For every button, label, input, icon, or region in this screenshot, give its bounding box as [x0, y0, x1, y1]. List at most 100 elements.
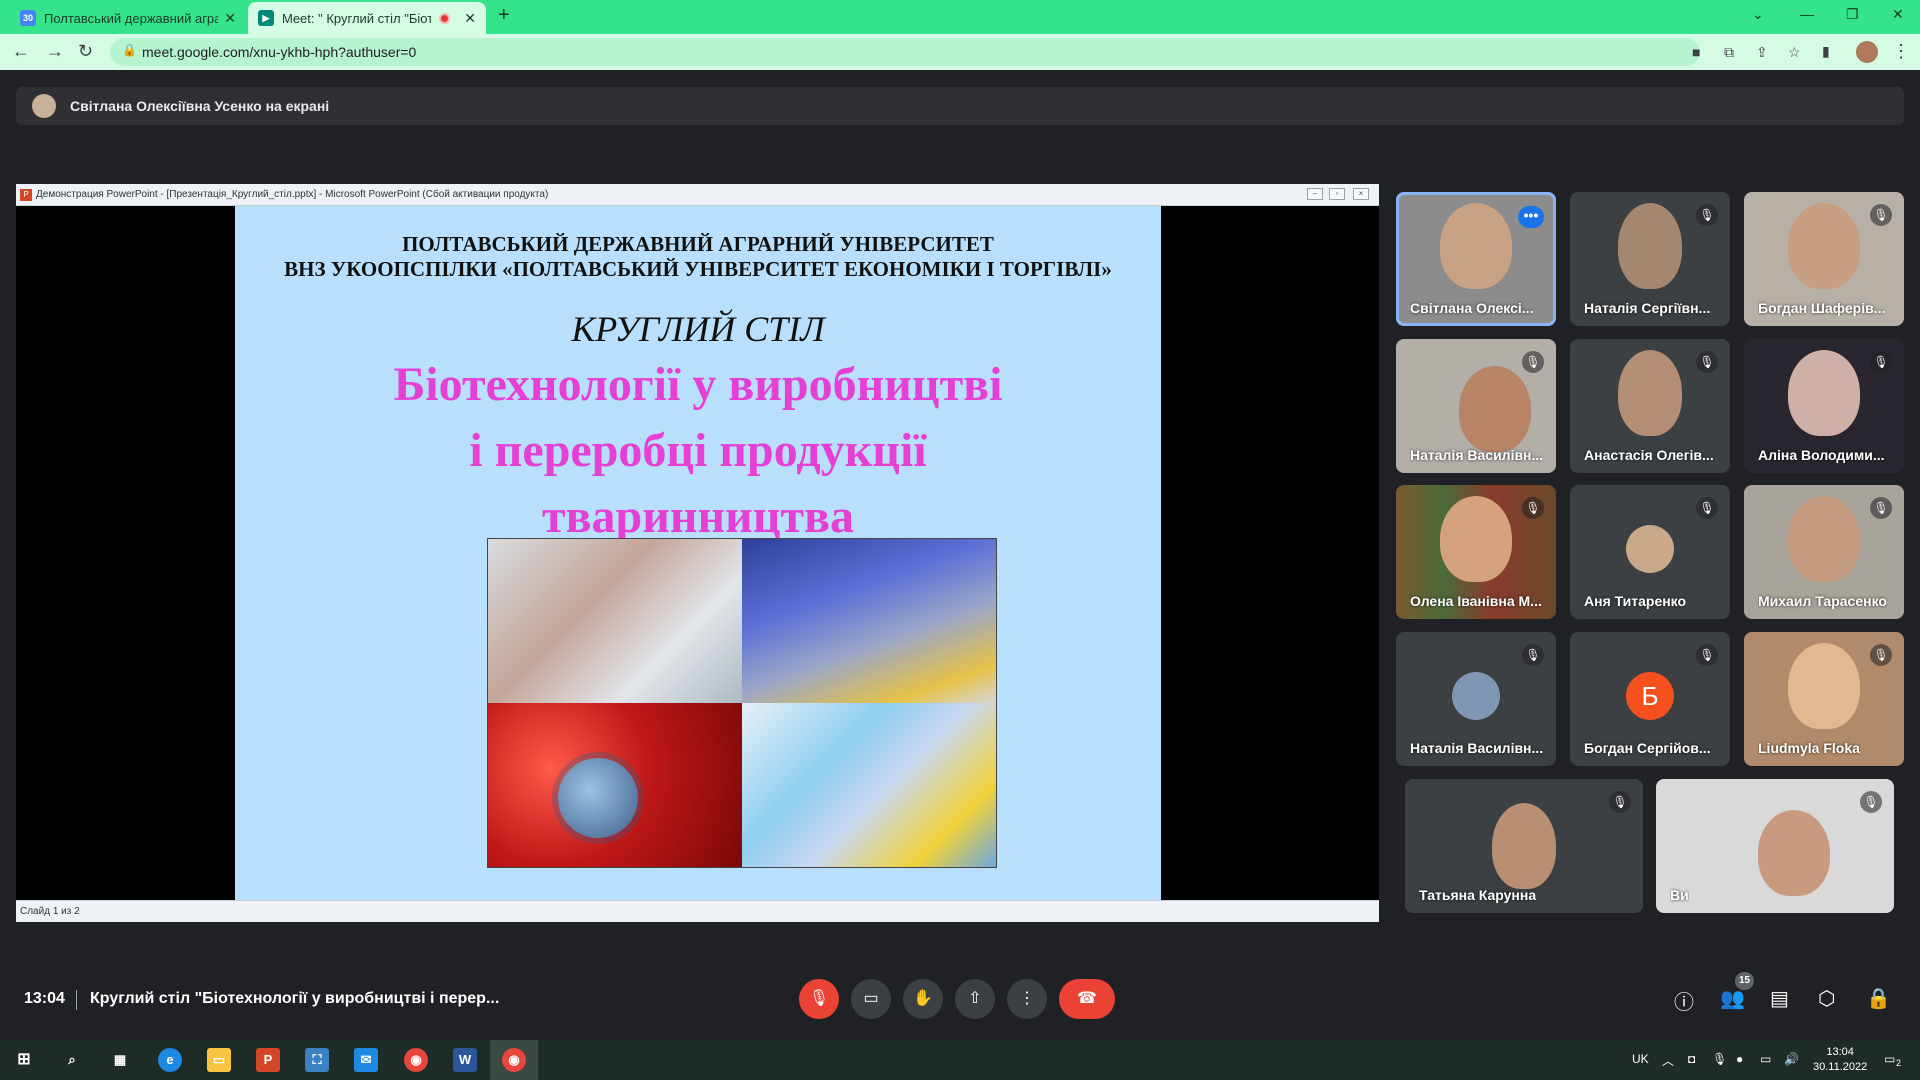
bookmark-star-icon[interactable]: ☆ — [1788, 44, 1801, 61]
participant-tile[interactable]: 🎙 Аліна Володими... — [1744, 339, 1904, 473]
ppt-close-icon: × — [1353, 188, 1369, 200]
browser-tab-strip: 30 Полтавський державний аграрний ✕ ▶ Me… — [0, 0, 1920, 34]
lab-bioreactor-image — [488, 539, 742, 703]
tray-vpn-icon[interactable]: ● — [1736, 1052, 1743, 1066]
notifications-icon[interactable]: ▭ — [1884, 1052, 1895, 1066]
participant-tile[interactable]: 🎙 Ви — [1656, 779, 1894, 913]
participant-tile[interactable]: 🎙 Наталія Василівн... — [1396, 632, 1556, 766]
participant-video — [1788, 202, 1860, 289]
file-explorer-icon[interactable]: ▭ — [207, 1048, 231, 1072]
address-bar[interactable]: 🔒 meet.google.com/xnu-ykhb-hph?authuser=… — [110, 38, 1801, 66]
notifications-count: 2 — [1896, 1058, 1902, 1068]
leave-call-button[interactable]: ☎ — [1059, 979, 1115, 1019]
present-screen-button[interactable]: ⇧ — [955, 979, 995, 1019]
participant-tile[interactable]: 🎙 Liudmyla Floka — [1744, 632, 1904, 766]
close-window-icon[interactable]: ✕ — [1892, 6, 1904, 23]
slide-university-line-1: ПОЛТАВСЬКИЙ ДЕРЖАВНИЙ АГРАРНИЙ УНІВЕРСИТ… — [402, 232, 994, 256]
more-options-button[interactable]: ⋮ — [1007, 979, 1047, 1019]
participant-initial: Б — [1626, 672, 1674, 721]
tab-meet[interactable]: ▶ Meet: " Круглий стіл "Біотех ✕ — [248, 2, 486, 34]
edge-icon[interactable]: e — [158, 1048, 182, 1072]
camera-toggle-button[interactable]: ▭ — [851, 979, 891, 1019]
raise-hand-button[interactable]: ✋ — [903, 979, 943, 1019]
participant-tile[interactable]: 🎙 Михаил Тарасенко — [1744, 485, 1904, 619]
virus-blood-cells-image — [488, 703, 742, 867]
mic-off-icon: 🎙 — [1522, 644, 1544, 666]
translate-icon[interactable]: ⧉ — [1724, 44, 1734, 61]
close-tab-icon[interactable]: ✕ — [224, 10, 236, 27]
participant-video — [1459, 365, 1532, 452]
mail-icon[interactable]: ✉ — [354, 1048, 378, 1072]
close-tab-icon[interactable]: ✕ — [464, 10, 476, 27]
lab-equipment-image — [742, 539, 996, 703]
participant-tile[interactable]: ••• Світлана Олексі... — [1396, 192, 1556, 326]
participant-name: Світлана Олексі... — [1410, 300, 1534, 316]
search-icon[interactable]: ⌕ — [60, 1048, 84, 1072]
participant-name: Ви — [1670, 887, 1689, 903]
profile-avatar[interactable] — [1856, 41, 1878, 63]
participant-tile[interactable]: Б 🎙 Богдан Сергійов... — [1570, 632, 1730, 766]
calendar-icon: 30 — [20, 10, 36, 26]
share-icon[interactable]: ⇪ — [1756, 44, 1768, 61]
restore-icon[interactable]: ❐ — [1846, 6, 1859, 23]
tab-university-calendar[interactable]: 30 Полтавський державний аграрний ✕ — [10, 2, 246, 34]
mic-off-icon: 🎙 — [1522, 497, 1544, 519]
windows-start-icon[interactable]: ⊞ — [12, 1048, 36, 1072]
powerpoint-icon[interactable]: P — [256, 1048, 280, 1072]
virus-icon — [558, 758, 638, 838]
participant-avatar — [1626, 525, 1674, 574]
slide-university-line-2: ВНЗ УКООПСПІЛКИ «ПОЛТАВСЬКИЙ УНІВЕРСИТЕТ… — [284, 257, 1112, 281]
side-panel-icon[interactable]: ▮ — [1822, 43, 1830, 60]
tray-chevron-icon[interactable]: ︿ — [1662, 1052, 1674, 1069]
chrome-active-icon[interactable]: ◉ — [502, 1048, 526, 1072]
keyboard-language[interactable]: UK — [1632, 1052, 1649, 1066]
mic-off-icon: 🎙 — [1860, 791, 1882, 813]
browser-menu-icon[interactable]: ⋮ — [1892, 41, 1910, 62]
more-options-icon[interactable]: ••• — [1518, 206, 1544, 228]
camera-in-use-icon[interactable]: ■ — [1692, 44, 1700, 60]
participant-name: Наталія Сергіївн... — [1584, 300, 1711, 316]
meeting-details-icon[interactable]: ⓘ — [1674, 986, 1694, 1015]
activities-icon[interactable]: ⬡ — [1818, 986, 1835, 1011]
participant-name: Аліна Володими... — [1758, 447, 1885, 463]
participant-tile[interactable]: 🎙 Наталія Василівн... — [1396, 339, 1556, 473]
ppt-restore-icon: ▫ — [1329, 188, 1345, 200]
powerpoint-window-title: Демонстрация PowerPoint - [Презентація_К… — [36, 189, 549, 200]
host-controls-icon[interactable]: 🔒 — [1866, 986, 1891, 1011]
participant-name: Аня Титаренко — [1584, 593, 1687, 609]
participant-tile[interactable]: 🎙 Богдан Шаферів... — [1744, 192, 1904, 326]
participant-tile[interactable]: 🎙 Аня Титаренко — [1570, 485, 1730, 619]
participant-tile[interactable]: 🎙 Наталія Сергіївн... — [1570, 192, 1730, 326]
tab-title: Полтавський державний аграрний — [44, 10, 219, 26]
reload-icon[interactable]: ↻ — [78, 41, 93, 62]
minimize-icon[interactable]: — — [1800, 6, 1814, 22]
divider — [76, 990, 77, 1010]
mic-off-icon: 🎙 — [1870, 644, 1892, 666]
slide-counter: Слайд 1 из 2 — [20, 906, 80, 917]
tray-mic-icon[interactable]: 🎙 — [1712, 1052, 1727, 1066]
forward-icon[interactable]: → — [46, 41, 64, 62]
participant-tile[interactable]: 🎙 Анастасія Олегів... — [1570, 339, 1730, 473]
presentation-screen[interactable]: P Демонстрация PowerPoint - [Презентація… — [16, 184, 1379, 922]
word-icon[interactable]: W — [453, 1048, 477, 1072]
participant-tile[interactable]: 🎙 Олена Іванівна М... — [1396, 485, 1556, 619]
tab-search-icon[interactable]: ⌄ — [1752, 6, 1764, 23]
task-view-icon[interactable]: ▦ — [108, 1048, 132, 1072]
chat-icon[interactable]: ▤ — [1770, 986, 1789, 1011]
participant-video — [1788, 495, 1860, 582]
back-icon[interactable]: ← — [12, 41, 30, 62]
meeting-clock: 13:04 — [24, 990, 65, 1007]
volume-icon[interactable]: 🔊 — [1784, 1052, 1799, 1066]
participant-count-badge: 15 — [1735, 972, 1755, 990]
participant-video — [1788, 642, 1860, 729]
tray-camera-icon[interactable]: ◘ — [1688, 1052, 1695, 1066]
mic-toggle-button[interactable]: 🎙 — [799, 979, 839, 1019]
chrome-icon[interactable]: ◉ — [404, 1048, 428, 1072]
participant-video — [1758, 809, 1831, 896]
network-icon[interactable]: ▭ — [1760, 1052, 1771, 1066]
taskbar-clock[interactable]: 13:04 30.11.2022 — [1813, 1045, 1867, 1075]
store-icon[interactable]: ⛶ — [305, 1048, 329, 1072]
participant-tile[interactable]: 🎙 Татьяна Карунна — [1405, 779, 1643, 913]
participant-name: Богдан Шаферів... — [1758, 300, 1886, 316]
new-tab-icon[interactable]: + — [498, 4, 510, 27]
